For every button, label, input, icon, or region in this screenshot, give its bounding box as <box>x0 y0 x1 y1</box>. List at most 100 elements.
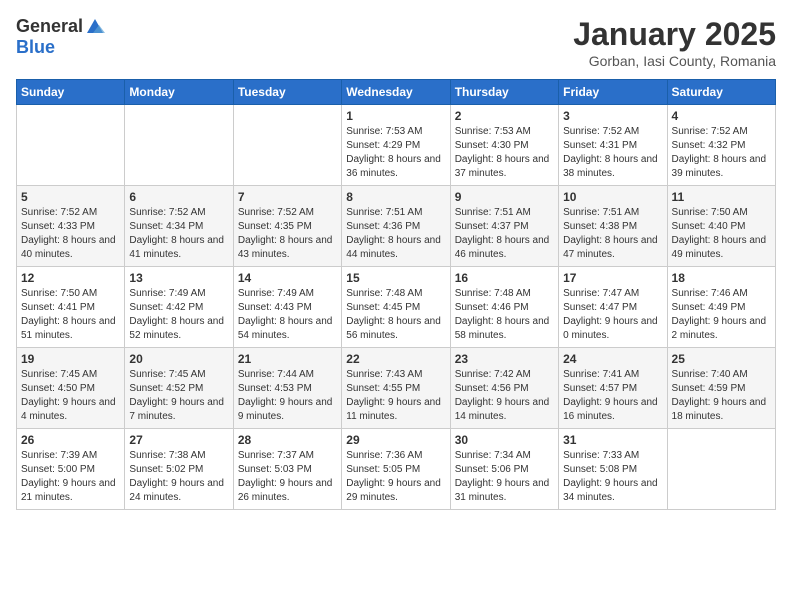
day-info: Sunrise: 7:38 AM Sunset: 5:02 PM Dayligh… <box>129 449 228 505</box>
day-number: 7 <box>238 190 337 204</box>
day-info: Sunrise: 7:52 AM Sunset: 4:31 PM Dayligh… <box>563 125 662 181</box>
day-number: 26 <box>21 433 120 447</box>
day-number: 9 <box>455 190 554 204</box>
day-info: Sunrise: 7:46 AM Sunset: 4:49 PM Dayligh… <box>672 287 771 343</box>
day-info: Sunrise: 7:52 AM Sunset: 4:33 PM Dayligh… <box>21 206 120 262</box>
calendar-cell: 22Sunrise: 7:43 AM Sunset: 4:55 PM Dayli… <box>342 348 450 429</box>
day-number: 19 <box>21 352 120 366</box>
day-number: 17 <box>563 271 662 285</box>
calendar-week-1: 5 Sunrise: 7:52 AM Sunset: 4:33 PM Daylig… <box>17 186 776 267</box>
day-number: 21 <box>238 352 337 366</box>
day-number: 16 <box>455 271 554 285</box>
calendar-cell: 13Sunrise: 7:49 AM Sunset: 4:42 PM Dayli… <box>125 267 233 348</box>
calendar-cell <box>17 105 125 186</box>
calendar-cell: 19 Sunrise: 7:45 AM Sunset: 4:50 PM Dayli… <box>17 348 125 429</box>
day-number: 24 <box>563 352 662 366</box>
calendar-header-monday: Monday <box>125 80 233 105</box>
day-info: Sunrise: 7:51 AM Sunset: 4:36 PM Dayligh… <box>346 206 445 262</box>
day-info: Sunrise: 7:51 AM Sunset: 4:37 PM Dayligh… <box>455 206 554 262</box>
day-info: Sunrise: 7:52 AM Sunset: 4:35 PM Dayligh… <box>238 206 337 262</box>
calendar-week-3: 19 Sunrise: 7:45 AM Sunset: 4:50 PM Dayli… <box>17 348 776 429</box>
calendar-cell: 14Sunrise: 7:49 AM Sunset: 4:43 PM Dayli… <box>233 267 341 348</box>
day-number: 20 <box>129 352 228 366</box>
day-number: 5 <box>21 190 120 204</box>
calendar-cell: 9 Sunrise: 7:51 AM Sunset: 4:37 PM Daylig… <box>450 186 558 267</box>
day-info: Sunrise: 7:45 AM Sunset: 4:50 PM Dayligh… <box>21 368 120 424</box>
day-info: Sunrise: 7:37 AM Sunset: 5:03 PM Dayligh… <box>238 449 337 505</box>
calendar-header-tuesday: Tuesday <box>233 80 341 105</box>
calendar-cell: 23 Sunrise: 7:42 AM Sunset: 4:56 PM Dayli… <box>450 348 558 429</box>
day-info: Sunrise: 7:43 AM Sunset: 4:55 PM Dayligh… <box>346 368 445 424</box>
day-info: Sunrise: 7:40 AM Sunset: 4:59 PM Dayligh… <box>672 368 771 424</box>
calendar-header-saturday: Saturday <box>667 80 775 105</box>
day-number: 8 <box>346 190 445 204</box>
month-title: January 2025 <box>573 16 776 53</box>
calendar-header-thursday: Thursday <box>450 80 558 105</box>
day-number: 1 <box>346 109 445 123</box>
logo: General Blue <box>16 16 105 58</box>
day-number: 28 <box>238 433 337 447</box>
calendar-cell: 25 Sunrise: 7:40 AM Sunset: 4:59 PM Dayli… <box>667 348 775 429</box>
calendar-cell: 28 Sunrise: 7:37 AM Sunset: 5:03 PM Dayli… <box>233 429 341 510</box>
calendar-cell: 21Sunrise: 7:44 AM Sunset: 4:53 PM Dayli… <box>233 348 341 429</box>
day-number: 29 <box>346 433 445 447</box>
calendar-cell: 27 Sunrise: 7:38 AM Sunset: 5:02 PM Dayli… <box>125 429 233 510</box>
day-info: Sunrise: 7:34 AM Sunset: 5:06 PM Dayligh… <box>455 449 554 505</box>
day-number: 25 <box>672 352 771 366</box>
calendar-cell: 5 Sunrise: 7:52 AM Sunset: 4:33 PM Daylig… <box>17 186 125 267</box>
calendar-cell: 20 Sunrise: 7:45 AM Sunset: 4:52 PM Dayli… <box>125 348 233 429</box>
calendar-cell: 1 Sunrise: 7:53 AM Sunset: 4:29 PM Daylig… <box>342 105 450 186</box>
day-number: 27 <box>129 433 228 447</box>
calendar-cell: 4Sunrise: 7:52 AM Sunset: 4:32 PM Daylig… <box>667 105 775 186</box>
calendar-cell: 30 Sunrise: 7:34 AM Sunset: 5:06 PM Dayli… <box>450 429 558 510</box>
day-number: 31 <box>563 433 662 447</box>
calendar-cell: 26Sunrise: 7:39 AM Sunset: 5:00 PM Dayli… <box>17 429 125 510</box>
day-number: 10 <box>563 190 662 204</box>
day-info: Sunrise: 7:48 AM Sunset: 4:45 PM Dayligh… <box>346 287 445 343</box>
calendar-cell <box>125 105 233 186</box>
day-number: 13 <box>129 271 228 285</box>
logo-blue-text: Blue <box>16 37 55 58</box>
day-number: 12 <box>21 271 120 285</box>
calendar-cell: 31Sunrise: 7:33 AM Sunset: 5:08 PM Dayli… <box>559 429 667 510</box>
day-info: Sunrise: 7:47 AM Sunset: 4:47 PM Dayligh… <box>563 287 662 343</box>
calendar-header-friday: Friday <box>559 80 667 105</box>
location-subtitle: Gorban, Iasi County, Romania <box>573 53 776 69</box>
day-number: 11 <box>672 190 771 204</box>
calendar-cell: 18 Sunrise: 7:46 AM Sunset: 4:49 PM Dayli… <box>667 267 775 348</box>
day-info: Sunrise: 7:45 AM Sunset: 4:52 PM Dayligh… <box>129 368 228 424</box>
day-number: 6 <box>129 190 228 204</box>
calendar-cell: 15 Sunrise: 7:48 AM Sunset: 4:45 PM Dayli… <box>342 267 450 348</box>
day-number: 4 <box>672 109 771 123</box>
day-info: Sunrise: 7:53 AM Sunset: 4:29 PM Dayligh… <box>346 125 445 181</box>
title-block: January 2025 Gorban, Iasi County, Romani… <box>573 16 776 69</box>
calendar-week-4: 26Sunrise: 7:39 AM Sunset: 5:00 PM Dayli… <box>17 429 776 510</box>
calendar-cell <box>667 429 775 510</box>
calendar-header-row: SundayMondayTuesdayWednesdayThursdayFrid… <box>17 80 776 105</box>
day-number: 14 <box>238 271 337 285</box>
day-info: Sunrise: 7:48 AM Sunset: 4:46 PM Dayligh… <box>455 287 554 343</box>
day-info: Sunrise: 7:50 AM Sunset: 4:41 PM Dayligh… <box>21 287 120 343</box>
calendar-cell: 7 Sunrise: 7:52 AM Sunset: 4:35 PM Daylig… <box>233 186 341 267</box>
day-number: 23 <box>455 352 554 366</box>
calendar-cell: 6Sunrise: 7:52 AM Sunset: 4:34 PM Daylig… <box>125 186 233 267</box>
day-info: Sunrise: 7:36 AM Sunset: 5:05 PM Dayligh… <box>346 449 445 505</box>
day-info: Sunrise: 7:42 AM Sunset: 4:56 PM Dayligh… <box>455 368 554 424</box>
day-info: Sunrise: 7:50 AM Sunset: 4:40 PM Dayligh… <box>672 206 771 262</box>
calendar-cell: 3Sunrise: 7:52 AM Sunset: 4:31 PM Daylig… <box>559 105 667 186</box>
day-info: Sunrise: 7:51 AM Sunset: 4:38 PM Dayligh… <box>563 206 662 262</box>
calendar-week-0: 1 Sunrise: 7:53 AM Sunset: 4:29 PM Daylig… <box>17 105 776 186</box>
calendar-cell: 17 Sunrise: 7:47 AM Sunset: 4:47 PM Dayli… <box>559 267 667 348</box>
day-number: 15 <box>346 271 445 285</box>
logo-general-text: General <box>16 16 83 37</box>
calendar-cell: 2Sunrise: 7:53 AM Sunset: 4:30 PM Daylig… <box>450 105 558 186</box>
calendar-header-wednesday: Wednesday <box>342 80 450 105</box>
calendar-cell: 29 Sunrise: 7:36 AM Sunset: 5:05 PM Dayli… <box>342 429 450 510</box>
day-number: 30 <box>455 433 554 447</box>
calendar-table: SundayMondayTuesdayWednesdayThursdayFrid… <box>16 79 776 510</box>
calendar-cell <box>233 105 341 186</box>
day-info: Sunrise: 7:53 AM Sunset: 4:30 PM Dayligh… <box>455 125 554 181</box>
logo-icon <box>85 17 105 37</box>
day-number: 18 <box>672 271 771 285</box>
calendar-cell: 8 Sunrise: 7:51 AM Sunset: 4:36 PM Daylig… <box>342 186 450 267</box>
